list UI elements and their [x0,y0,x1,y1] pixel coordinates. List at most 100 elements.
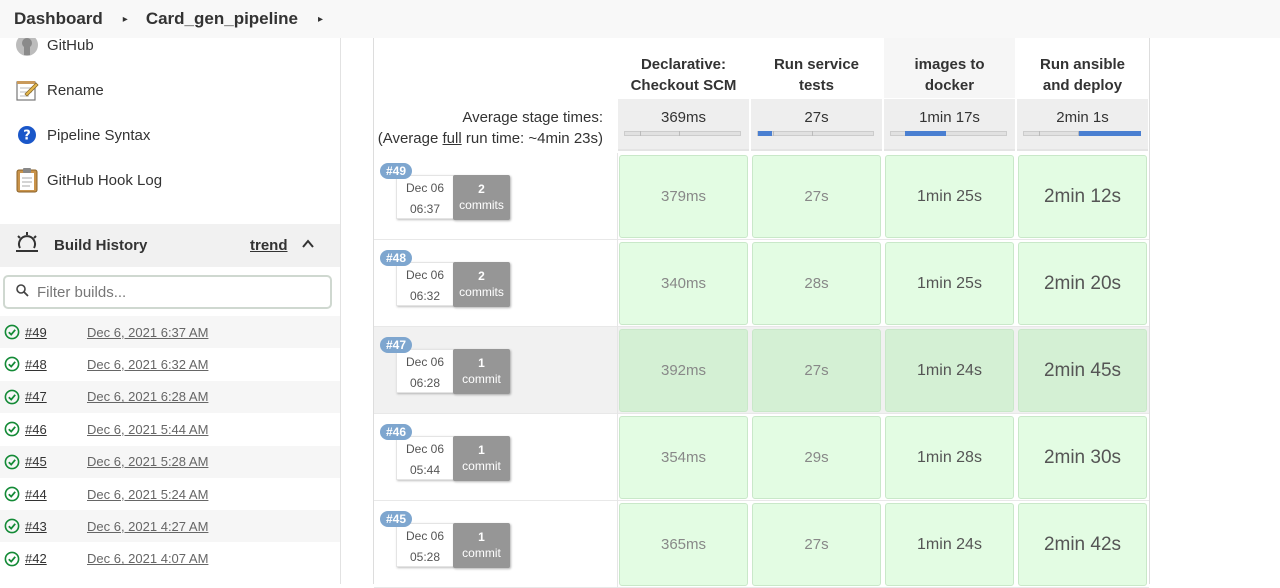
build-history-icon [14,230,40,261]
stage-header-line: docker [924,77,975,94]
stage-duration-cell[interactable]: 1min 24s [885,503,1014,586]
task-pipeline-syntax[interactable]: ? Pipeline Syntax [14,122,150,148]
build-history-row: #42 Dec 6, 2021 4:07 AM [0,543,340,575]
build-badge[interactable]: #45 [380,511,413,527]
build-date-link[interactable]: Dec 6, 2021 4:27 AM [87,519,208,534]
success-check-icon [4,389,20,410]
build-date: Dec 06 [405,529,445,543]
stage-duration-cell[interactable]: 340ms [619,242,748,325]
build-badge[interactable]: #49 [380,163,413,179]
build-date: Dec 06 [405,442,445,456]
stage-duration-cell[interactable]: 29s [752,416,881,499]
average-stage-time-value: 27s [804,109,829,126]
filter-builds-field[interactable] [3,275,332,309]
build-date-link[interactable]: Dec 6, 2021 6:28 AM [87,389,208,404]
build-row: Dec 06 06:28 1 commit #47 392ms 27s 1min 24s 2mi… [374,327,1149,414]
stage-duration-cell[interactable]: 1min 25s [885,242,1014,325]
breadcrumb-dashboard[interactable]: Dashboard [14,9,103,29]
build-date-link[interactable]: Dec 6, 2021 6:32 AM [87,357,208,372]
commit-word: commits [459,285,504,299]
stage-duration-cell[interactable]: 365ms [619,503,748,586]
build-date: Dec 06 [405,268,445,282]
commit-word: commit [462,372,501,386]
stage-header-line: Checkout SCM [630,77,737,94]
build-history-row: #44 Dec 6, 2021 5:24 AM [0,478,340,510]
stage-duration-cell[interactable]: 1min 24s [885,329,1014,412]
average-progress-bar [757,131,874,136]
commit-count: 1 [478,356,485,370]
stage-header-line: Run ansible [1039,56,1125,73]
average-stage-time: 27s [751,99,882,151]
stage-duration-cell[interactable]: 392ms [619,329,748,412]
trend-link[interactable]: trend [250,237,288,254]
build-date-link[interactable]: Dec 6, 2021 5:24 AM [87,487,208,502]
average-stage-time-value: 1min 17s [919,109,980,126]
stage-duration-cell[interactable]: 28s [752,242,881,325]
breadcrumb-job[interactable]: Card_gen_pipeline [146,9,298,29]
breadcrumb-separator[interactable]: ▸ [318,14,323,25]
average-stage-time: 2min 1s [1017,99,1148,151]
row-divider [617,240,618,327]
build-badge[interactable]: #46 [380,424,413,440]
stage-duration-cell[interactable]: 27s [752,155,881,238]
stage-duration-cell[interactable]: 2min 42s [1018,503,1147,586]
stage-duration-cell[interactable]: 379ms [619,155,748,238]
build-date-link[interactable]: Dec 6, 2021 5:44 AM [87,422,208,437]
stage-header-line: images to [914,56,985,73]
chevron-up-icon[interactable] [301,237,315,256]
success-check-icon [4,518,20,539]
build-number-link[interactable]: #46 [25,422,47,437]
build-date: Dec 06 [405,181,445,195]
row-divider [617,501,618,588]
stage-duration-cell[interactable]: 1min 25s [885,155,1014,238]
build-date-card: Dec 06 06:28 [396,349,454,393]
breadcrumb-separator[interactable]: ▸ [123,14,128,25]
build-number-link[interactable]: #42 [25,551,47,566]
stage-duration-cell[interactable]: 354ms [619,416,748,499]
task-label: Rename [47,81,104,99]
build-number-link[interactable]: #49 [25,325,47,340]
build-number-link[interactable]: #47 [25,389,47,404]
build-number-link[interactable]: #44 [25,487,47,502]
build-number-link[interactable]: #45 [25,454,47,469]
commit-word: commits [459,198,504,212]
progress-fill [758,131,773,136]
stage-duration-cell[interactable]: 2min 12s [1018,155,1147,238]
build-number-link[interactable]: #43 [25,519,47,534]
task-github-hook-log[interactable]: GitHub Hook Log [14,167,162,193]
average-progress-bar [624,131,741,136]
commit-count: 2 [478,269,485,283]
stage-duration-cell[interactable]: 2min 45s [1018,329,1147,412]
build-badge[interactable]: #47 [380,337,413,353]
average-stage-time-value: 2min 1s [1056,109,1109,126]
changes-button[interactable]: 1 commit [453,523,510,568]
commit-word: commit [462,459,501,473]
stage-header-line: tests [798,77,834,94]
stage-header-line: and deploy [1042,77,1123,94]
changes-button[interactable]: 1 commit [453,436,510,481]
stage-duration-cell[interactable]: 1min 28s [885,416,1014,499]
progress-tick [1039,131,1041,136]
stage-duration-cell[interactable]: 2min 20s [1018,242,1147,325]
build-number-link[interactable]: #48 [25,357,47,372]
build-history-title: Build History [54,237,148,254]
changes-button[interactable]: 2 commits [453,175,510,220]
build-badge[interactable]: #48 [380,250,413,266]
average-stage-time-value: 369ms [660,109,707,126]
full-run-link[interactable]: full [443,130,462,147]
build-date-link[interactable]: Dec 6, 2021 6:37 AM [87,325,208,340]
changes-button[interactable]: 2 commits [453,262,510,307]
filter-builds-input[interactable] [37,283,317,301]
stage-duration-cell[interactable]: 27s [752,503,881,586]
build-date-link[interactable]: Dec 6, 2021 5:28 AM [87,454,208,469]
changes-button[interactable]: 1 commit [453,349,510,394]
stage-header: Run ansible and deploy [1017,38,1148,98]
average-stage-times-label: Average stage times: (Average full run t… [374,107,603,149]
task-rename[interactable]: Rename [14,77,104,103]
stage-duration-cell[interactable]: 27s [752,329,881,412]
sidebar: GitHub Rename ? Pipeline Syntax GitHub H… [0,34,341,584]
average-progress-bar [1023,131,1141,136]
build-date-link[interactable]: Dec 6, 2021 4:07 AM [87,551,208,566]
row-divider [617,153,618,240]
stage-duration-cell[interactable]: 2min 30s [1018,416,1147,499]
